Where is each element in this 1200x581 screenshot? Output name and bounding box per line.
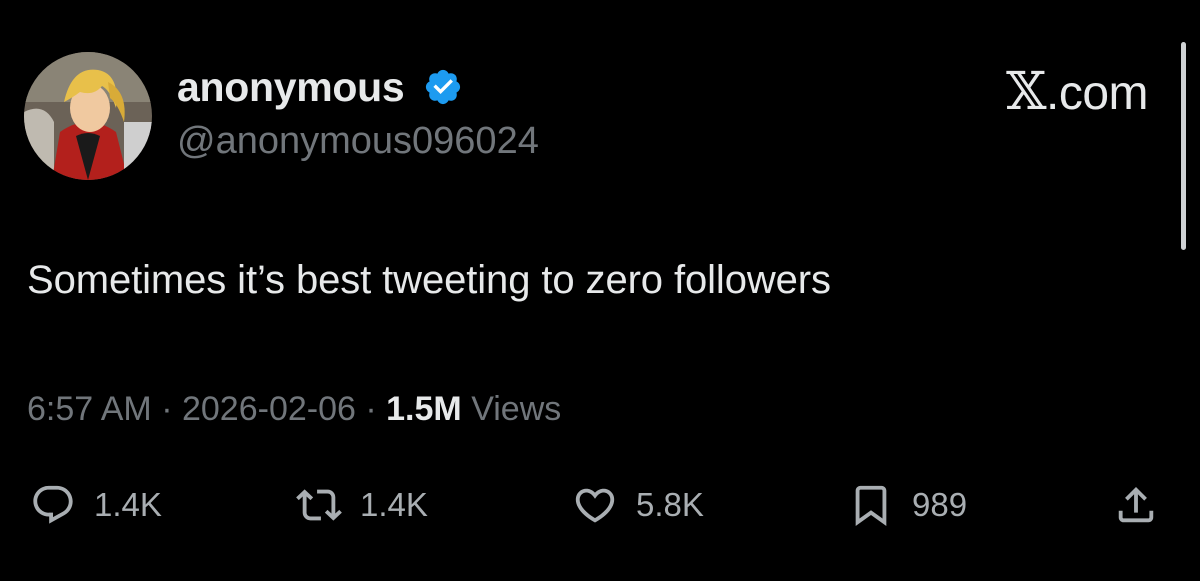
user-handle[interactable]: @anonymous096024 (177, 120, 539, 163)
scrollbar[interactable] (1181, 42, 1186, 250)
repost-icon (296, 489, 342, 521)
x-mark: 𝕏 (1006, 62, 1046, 122)
bookmark-icon (855, 485, 887, 526)
like-count: 5.8K (636, 486, 704, 523)
x-logo: 𝕏.com (1006, 62, 1148, 122)
like-icon (575, 488, 615, 523)
reply-count: 1.4K (94, 486, 162, 523)
tweet-meta: 6:57 AM · 2026-02-06 · 1.5M Views (27, 390, 561, 429)
separator-dot: · (161, 390, 182, 428)
views-count: 1.5M (386, 390, 462, 428)
brand-domain: .com (1045, 67, 1149, 120)
reply-icon (33, 485, 73, 524)
bookmark-count: 989 (912, 486, 968, 523)
reply-button[interactable]: 1.4K (30, 480, 162, 530)
views-label: Views (471, 390, 562, 428)
separator-dot: · (365, 390, 387, 428)
like-button[interactable]: 5.8K (572, 480, 704, 530)
verified-badge-icon (425, 69, 461, 105)
tweet-time[interactable]: 6:57 AM (27, 390, 152, 428)
bookmark-button[interactable]: 989 (848, 480, 967, 530)
tweet-text: Sometimes it’s best tweeting to zero fol… (27, 258, 831, 302)
repost-count: 1.4K (360, 486, 428, 523)
share-button[interactable] (1113, 480, 1159, 530)
tweet-card: anonymous @anonymous096024 𝕏.com Sometim… (0, 0, 1200, 581)
repost-button[interactable]: 1.4K (296, 480, 428, 530)
tweet-date[interactable]: 2026-02-06 (182, 390, 356, 428)
avatar[interactable] (24, 52, 152, 180)
share-icon (1118, 486, 1154, 523)
display-name[interactable]: anonymous (177, 64, 405, 111)
